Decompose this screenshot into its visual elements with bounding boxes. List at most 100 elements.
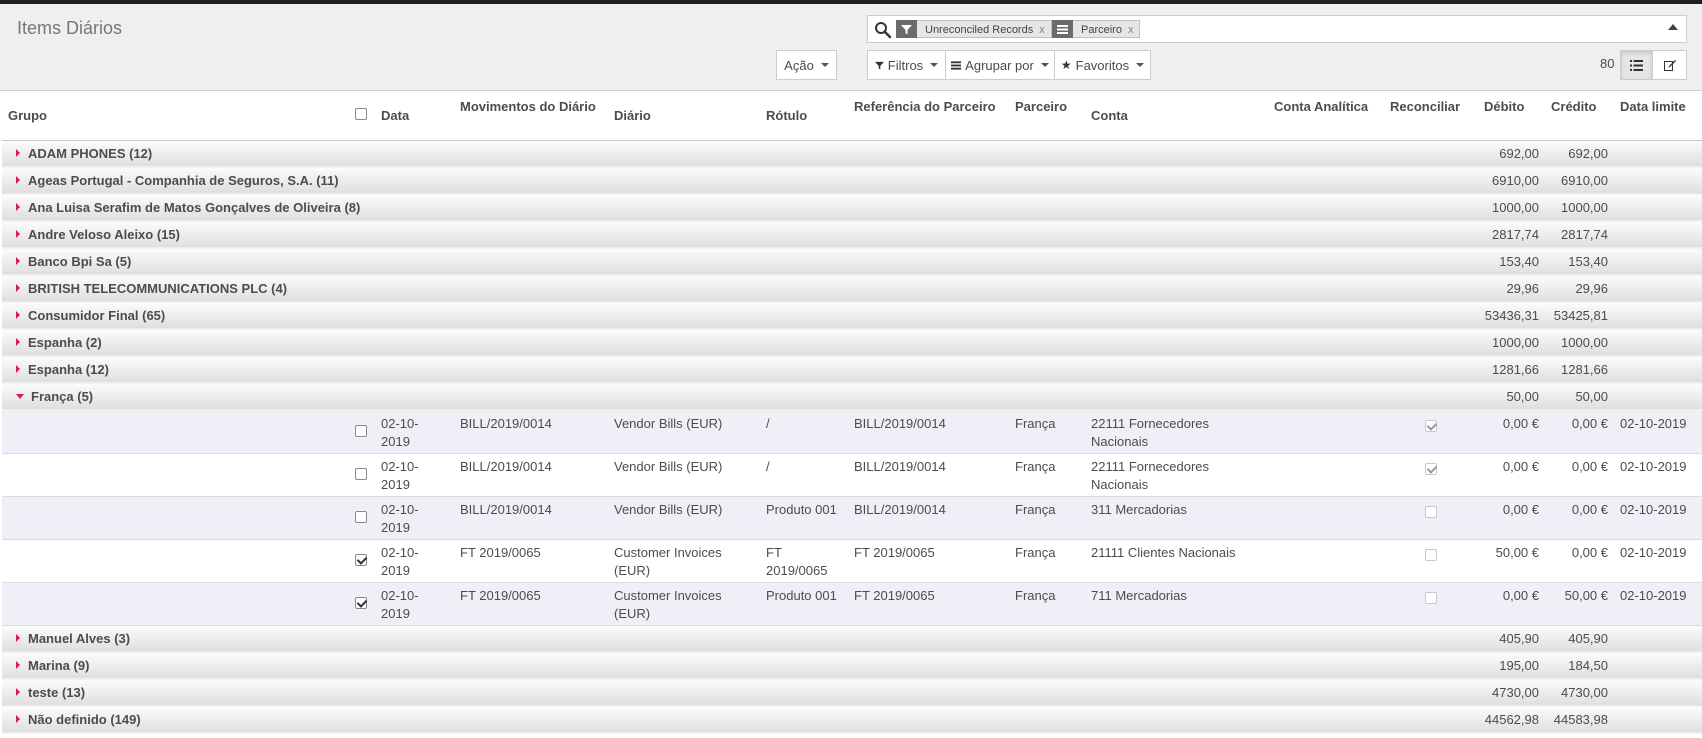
group-name[interactable]: Não definido (149) [2, 706, 1478, 734]
table-row[interactable]: 02-10- 2019 BILL/2019/0014 Vendor Bills (EU… [2, 410, 1702, 454]
group-row[interactable]: teste (13) 4730,00 4730,00 [2, 679, 1702, 707]
group-name[interactable]: teste (13) [2, 679, 1478, 707]
row-move[interactable]: BILL/2019/0014 [454, 453, 608, 497]
group-row[interactable]: Não definido (149) 44562,98 44583,98 [2, 706, 1702, 734]
group-row[interactable]: Manuel Alves (3) 405,90 405,90 [2, 625, 1702, 653]
group-name[interactable]: Marina (9) [2, 652, 1478, 680]
caret-right-icon [16, 365, 20, 373]
col-header-credit[interactable]: Crédito [1545, 92, 1614, 141]
group-row[interactable]: ADAM PHONES (12) 692,00 692,00 [2, 140, 1702, 168]
filters-button[interactable]: Filtros [867, 50, 946, 80]
control-panel: Items Diários Unreconciled Records x Parc… [0, 4, 1702, 91]
table-row[interactable]: 02-10- 2019 BILL/2019/0014 Vendor Bills (EU… [2, 453, 1702, 497]
col-header-debit[interactable]: Débito [1478, 92, 1545, 141]
col-header-group[interactable]: Grupo [2, 92, 347, 141]
group-label: Manuel Alves (3) [28, 631, 131, 646]
group-debit: 2817,74 [1478, 221, 1545, 249]
row-group-cell [2, 496, 347, 540]
row-reconcile-checkbox [1384, 453, 1478, 497]
row-partner-ref: FT 2019/0065 [848, 539, 1009, 583]
search-toggle-icon[interactable] [1668, 24, 1678, 30]
group-name[interactable]: Consumidor Final (65) [2, 302, 1478, 330]
group-spacer [1614, 221, 1702, 249]
col-header-due-date[interactable]: Data limite [1614, 92, 1702, 141]
favorites-button[interactable]: ★ Favoritos [1054, 50, 1151, 80]
col-header-journal[interactable]: Diário [608, 92, 760, 141]
row-move[interactable]: FT 2019/0065 [454, 539, 608, 583]
row-partner: França [1009, 582, 1085, 626]
row-due-date: 02-10-2019 [1614, 410, 1702, 454]
row-select-checkbox[interactable] [347, 453, 375, 497]
group-label: ADAM PHONES (12) [28, 146, 153, 161]
action-button[interactable]: Ação [776, 50, 837, 80]
row-move[interactable]: FT 2019/0065 [454, 582, 608, 626]
search-bar[interactable]: Unreconciled Records x Parceiro x [867, 15, 1687, 43]
group-credit: 1000,00 [1545, 194, 1614, 222]
table-row[interactable]: 02-10- 2019 FT 2019/0065 Customer Invoices … [2, 582, 1702, 626]
row-select-checkbox[interactable] [347, 410, 375, 454]
pager-value[interactable]: 80 [1600, 56, 1614, 71]
group-name[interactable]: ADAM PHONES (12) [2, 140, 1478, 168]
facet-remove-button[interactable]: x [1039, 24, 1045, 36]
group-debit: 6910,00 [1478, 167, 1545, 195]
group-row[interactable]: Consumidor Final (65) 53436,31 53425,81 [2, 302, 1702, 330]
group-name[interactable]: BRITISH TELECOMMUNICATIONS PLC (4) [2, 275, 1478, 303]
group-spacer [1614, 383, 1702, 411]
group-row[interactable]: Banco Bpi Sa (5) 153,40 153,40 [2, 248, 1702, 276]
group-credit: 1281,66 [1545, 356, 1614, 384]
row-move[interactable]: BILL/2019/0014 [454, 410, 608, 454]
row-account: 22111 Fornecedores Nacionais [1085, 410, 1268, 454]
facet-remove-button[interactable]: x [1128, 24, 1134, 36]
chevron-down-icon [930, 63, 939, 67]
form-view-button[interactable] [1652, 50, 1687, 80]
row-debit: 0,00 € [1478, 496, 1545, 540]
group-name[interactable]: Ana Luisa Serafim de Matos Gonçalves de … [2, 194, 1478, 222]
group-name[interactable]: Banco Bpi Sa (5) [2, 248, 1478, 276]
select-all-checkbox[interactable] [347, 92, 375, 141]
group-debit: 1000,00 [1478, 194, 1545, 222]
row-partner: França [1009, 496, 1085, 540]
row-move[interactable]: BILL/2019/0014 [454, 496, 608, 540]
col-header-analytic[interactable]: Conta Analítica [1268, 92, 1384, 141]
filter-icon [896, 20, 917, 38]
group-name[interactable]: Ageas Portugal - Companhia de Seguros, S… [2, 167, 1478, 195]
row-select-checkbox[interactable] [347, 496, 375, 540]
col-header-partner[interactable]: Parceiro [1009, 92, 1085, 141]
group-name[interactable]: Espanha (2) [2, 329, 1478, 357]
col-header-partner-ref[interactable]: Referência do Parceiro [848, 92, 1009, 141]
group-by-button[interactable]: Agrupar por [945, 50, 1055, 80]
col-header-account[interactable]: Conta [1085, 92, 1268, 141]
row-label: Produto 001 [760, 496, 848, 540]
row-partner: França [1009, 453, 1085, 497]
group-row[interactable]: França (5) 50,00 50,00 [2, 383, 1702, 411]
group-row[interactable]: Andre Veloso Aleixo (15) 2817,74 2817,74 [2, 221, 1702, 249]
row-select-checkbox[interactable] [347, 582, 375, 626]
caret-right-icon [16, 203, 20, 211]
group-label: teste (13) [28, 685, 86, 700]
row-label: / [760, 410, 848, 454]
group-row[interactable]: Ageas Portugal - Companhia de Seguros, S… [2, 167, 1702, 195]
list-view-button[interactable] [1620, 50, 1653, 80]
group-credit: 44583,98 [1545, 706, 1614, 734]
group-row[interactable]: BRITISH TELECOMMUNICATIONS PLC (4) 29,96 2… [2, 275, 1702, 303]
col-header-label[interactable]: Rótulo [760, 92, 848, 141]
col-header-reconcile[interactable]: Reconciliar [1384, 92, 1478, 141]
row-select-checkbox[interactable] [347, 539, 375, 583]
group-row[interactable]: Espanha (2) 1000,00 1000,00 [2, 329, 1702, 357]
group-row[interactable]: Espanha (12) 1281,66 1281,66 [2, 356, 1702, 384]
row-partner-ref: BILL/2019/0014 [848, 496, 1009, 540]
row-reconcile-checkbox [1384, 539, 1478, 583]
row-account: 711 Mercadorias [1085, 582, 1268, 626]
group-name[interactable]: França (5) [2, 383, 1478, 411]
table-row[interactable]: 02-10- 2019 FT 2019/0065 Customer Invoices … [2, 539, 1702, 583]
col-header-move[interactable]: Movimentos do Diário [454, 92, 608, 141]
group-name[interactable]: Andre Veloso Aleixo (15) [2, 221, 1478, 249]
row-group-cell [2, 453, 347, 497]
group-row[interactable]: Ana Luisa Serafim de Matos Gonçalves de … [2, 194, 1702, 222]
col-header-date[interactable]: Data [375, 92, 454, 141]
table-row[interactable]: 02-10- 2019 BILL/2019/0014 Vendor Bills (EU… [2, 496, 1702, 540]
caret-right-icon [16, 176, 20, 184]
group-name[interactable]: Manuel Alves (3) [2, 625, 1478, 653]
group-row[interactable]: Marina (9) 195,00 184,50 [2, 652, 1702, 680]
group-name[interactable]: Espanha (12) [2, 356, 1478, 384]
